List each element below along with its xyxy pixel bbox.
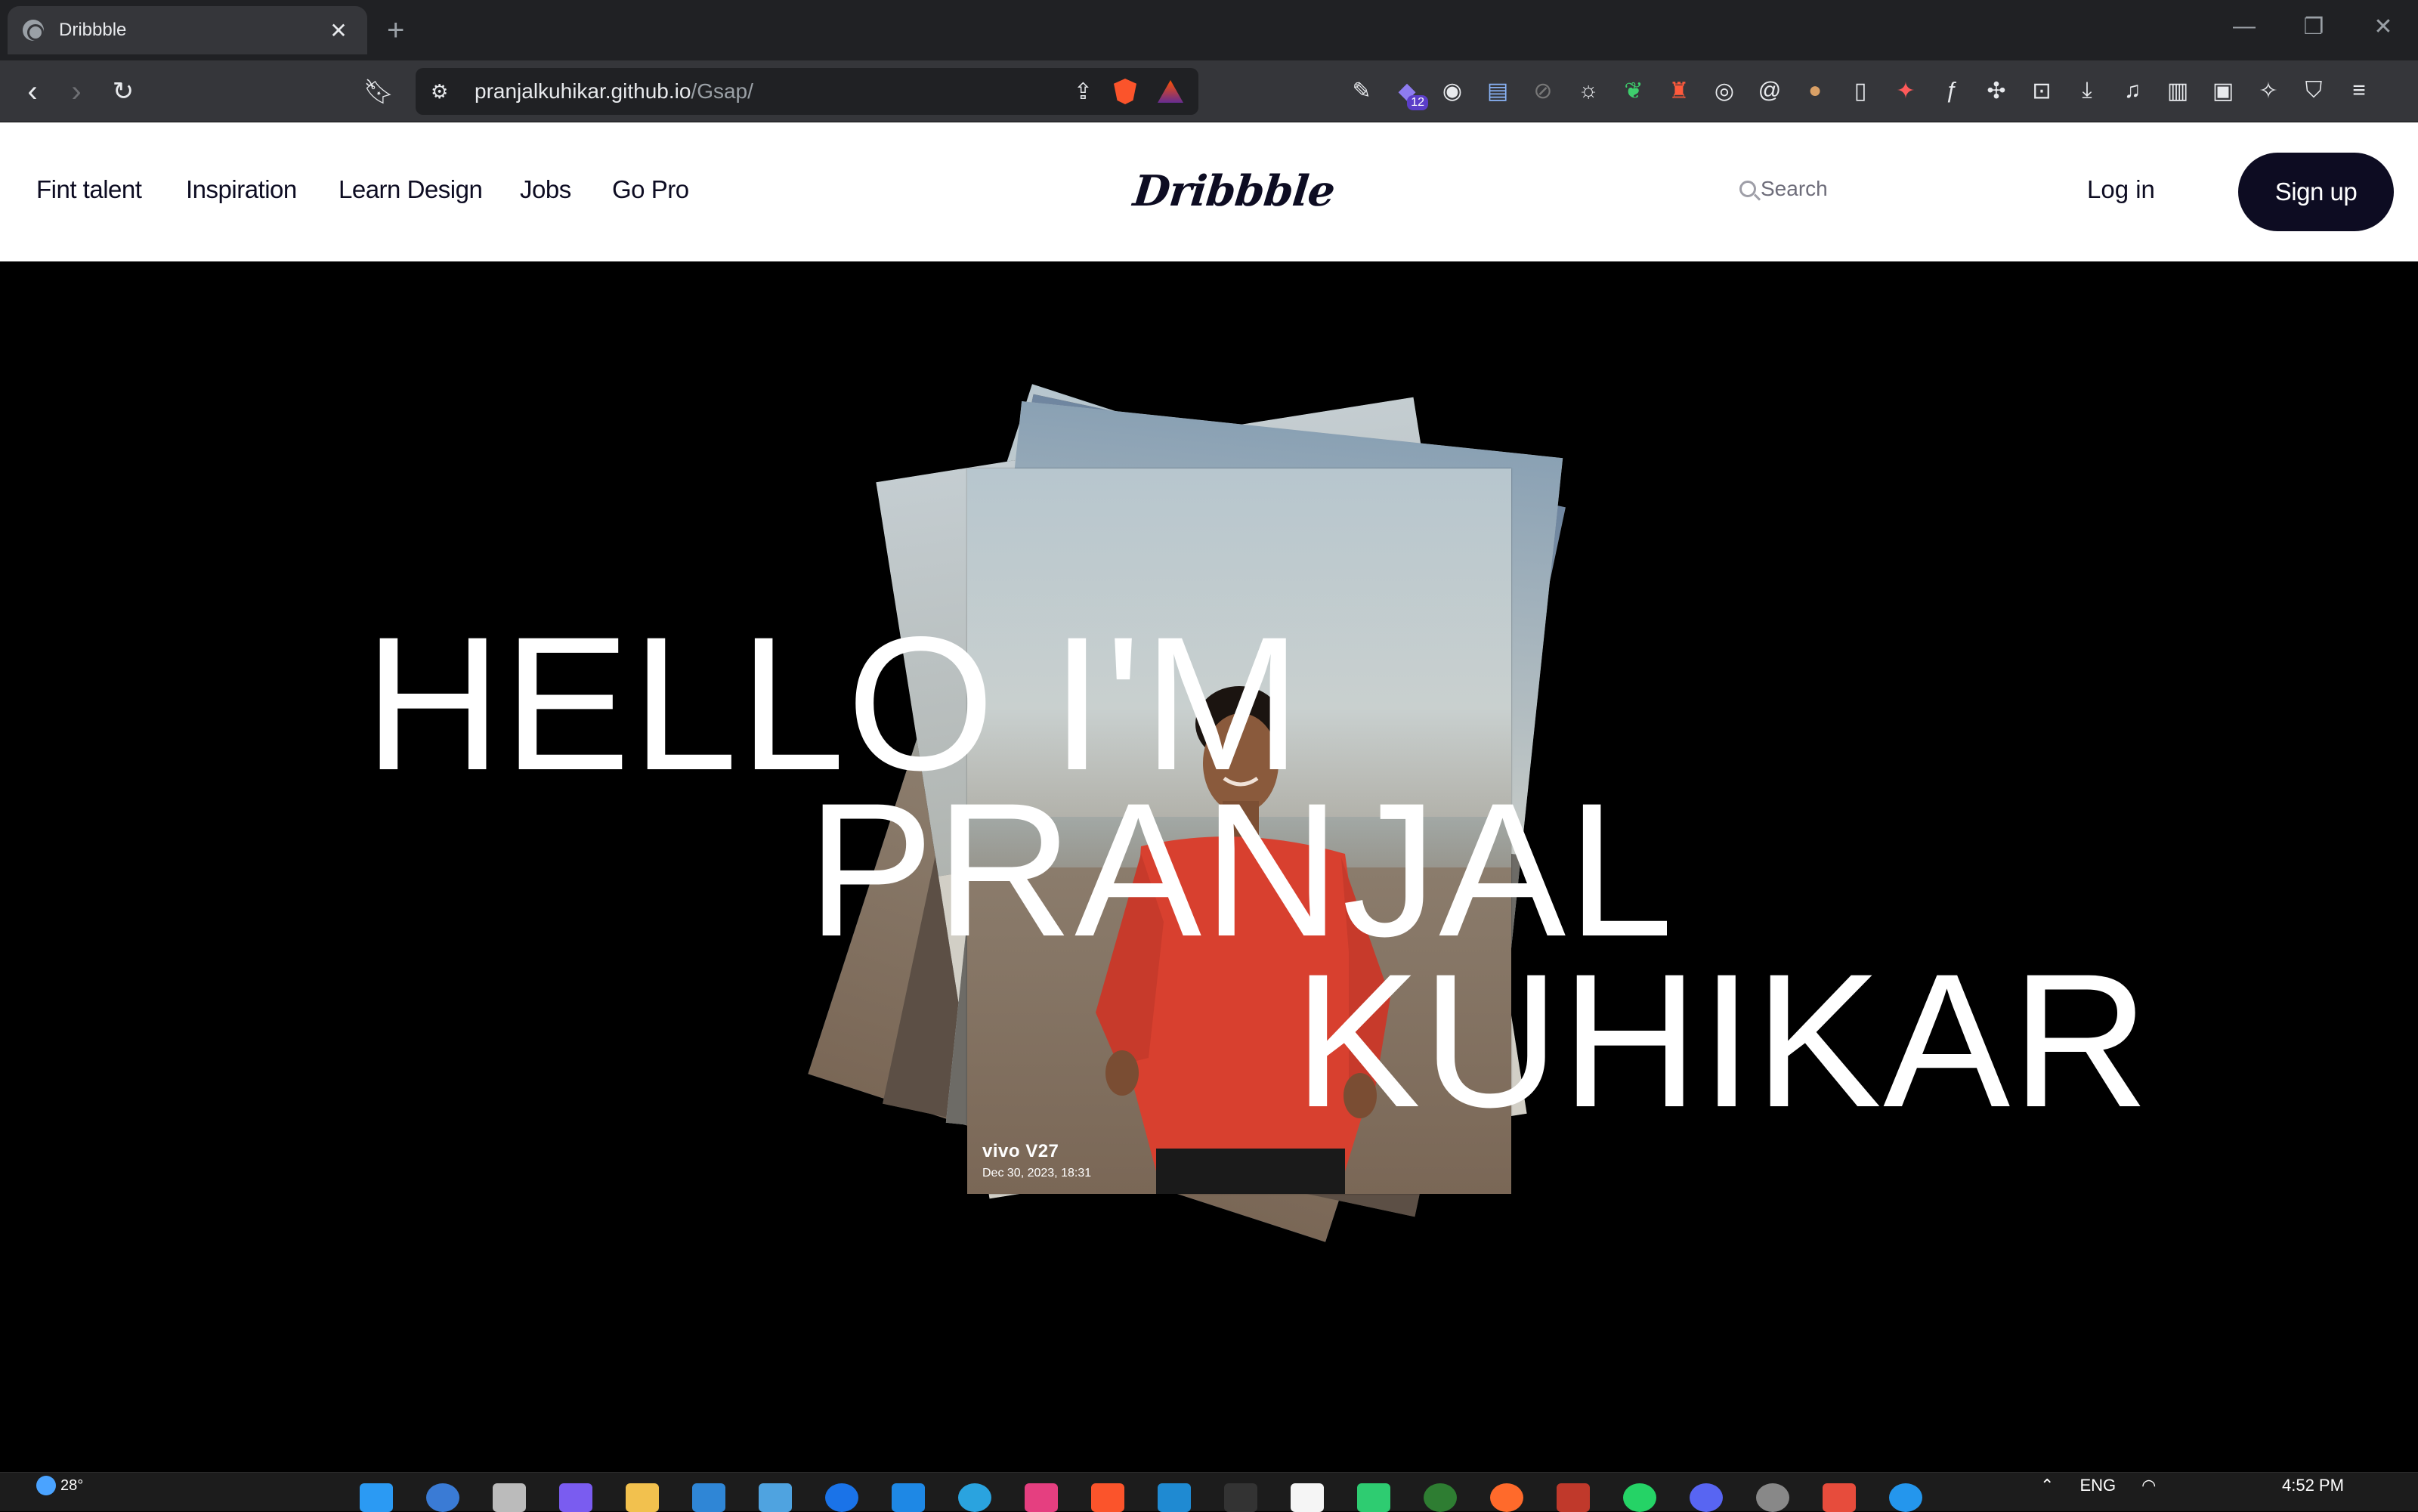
brave-icon[interactable] bbox=[1091, 1483, 1124, 1512]
forward-arrow-icon[interactable]: › bbox=[57, 73, 95, 110]
mongodb-icon[interactable] bbox=[1424, 1483, 1457, 1512]
tab-close-icon[interactable]: ✕ bbox=[325, 18, 352, 43]
clock[interactable]: 4:52 PM bbox=[2282, 1476, 2344, 1495]
app-icon[interactable] bbox=[1357, 1483, 1390, 1512]
system-tray: ⌃ ENG ◠ bbox=[2040, 1476, 2156, 1495]
sparkle-icon[interactable]: ✧ bbox=[2252, 74, 2285, 107]
site-settings-icon[interactable]: ⚙︎ bbox=[431, 80, 461, 104]
nav-jobs[interactable]: Jobs bbox=[520, 175, 571, 204]
temperature: 28° bbox=[60, 1476, 84, 1494]
inspect-icon[interactable]: ⊡ bbox=[2025, 74, 2058, 107]
extension-badge: 12 bbox=[1407, 95, 1428, 110]
weather-icon bbox=[36, 1476, 56, 1495]
hero-line-last-name: KUHIKAR bbox=[1294, 935, 2151, 1147]
photos-icon[interactable] bbox=[759, 1483, 792, 1512]
login-link[interactable]: Log in bbox=[2087, 175, 2155, 204]
browser-tab-strip: Dribbble ✕ + — ❐ ✕ bbox=[0, 0, 2418, 60]
new-tab-button[interactable]: + bbox=[387, 12, 404, 48]
brave-rewards-icon[interactable] bbox=[1158, 80, 1183, 103]
pin-icon[interactable]: ✦ bbox=[1889, 74, 1922, 107]
notion-icon[interactable] bbox=[1291, 1483, 1324, 1512]
language-indicator[interactable]: ENG bbox=[2079, 1476, 2116, 1495]
extensions-row: ✎ ◆ 12 ◉ ▤ ⊘ ☼ ❦ ♜ ◎ @ ● ▯ ✦ ƒ ✣ ⊡ ⤓ ♫ ▥ … bbox=[1345, 74, 2376, 110]
nav-learn-design[interactable]: Learn Design bbox=[339, 175, 483, 204]
puzzle-icon[interactable]: ✣ bbox=[1980, 74, 2013, 107]
vscode-icon[interactable] bbox=[1158, 1483, 1191, 1512]
search-input[interactable] bbox=[1761, 177, 2063, 201]
task-view-icon[interactable] bbox=[493, 1483, 526, 1512]
back-arrow-icon[interactable]: ‹ bbox=[14, 73, 51, 110]
search-box[interactable] bbox=[1739, 177, 2063, 201]
restore-button[interactable]: ❐ bbox=[2291, 14, 2336, 40]
brave-shields-icon[interactable] bbox=[1114, 79, 1136, 104]
minimize-button[interactable]: — bbox=[2222, 14, 2267, 39]
document-icon[interactable]: ▯ bbox=[1844, 74, 1877, 107]
discord-icon[interactable] bbox=[1690, 1483, 1723, 1512]
store-icon[interactable] bbox=[692, 1483, 725, 1512]
leaf-icon[interactable]: ❦ bbox=[1617, 74, 1650, 107]
mail-icon[interactable] bbox=[892, 1483, 925, 1512]
menu-icon[interactable]: ≡ bbox=[2342, 74, 2376, 107]
bookmark-icon[interactable]: 🔖︎ bbox=[360, 73, 397, 110]
castle-icon[interactable]: ♜ bbox=[1662, 74, 1696, 107]
taskbar-apps bbox=[360, 1483, 1922, 1512]
site-header: Fint talent Inspiration Learn Design Job… bbox=[0, 122, 2418, 261]
url-host: pranjalkuhikar.github.io bbox=[475, 79, 691, 103]
vpn-shield-icon[interactable]: ⛉ bbox=[2297, 74, 2330, 107]
eye-icon[interactable]: ◉ bbox=[1436, 74, 1469, 107]
terminal-icon[interactable] bbox=[1224, 1483, 1257, 1512]
tab-title: Dribbble bbox=[59, 20, 127, 40]
bulb-icon[interactable]: ☼ bbox=[1572, 74, 1605, 107]
extension-icon[interactable]: ◆ 12 bbox=[1390, 74, 1428, 110]
file-explorer-icon[interactable] bbox=[626, 1483, 659, 1512]
weather-widget[interactable]: 28° bbox=[36, 1476, 83, 1495]
wallet-icon[interactable]: ▣ bbox=[2206, 74, 2240, 107]
nav-inspiration[interactable]: Inspiration bbox=[186, 175, 297, 204]
share-icon[interactable]: ⇪ bbox=[1074, 79, 1093, 105]
cookie-icon[interactable]: ● bbox=[1798, 74, 1832, 107]
telegram-icon[interactable] bbox=[958, 1483, 991, 1512]
close-window-button[interactable]: ✕ bbox=[2361, 14, 2406, 40]
url-path: /Gsap/ bbox=[691, 79, 753, 103]
hero-section: vivo V27 Dec 30, 2023, 18:31 HELLO I'M P… bbox=[0, 261, 2418, 1472]
globe-icon bbox=[23, 20, 44, 41]
blocked-icon[interactable]: ⊘ bbox=[1526, 74, 1560, 107]
os-taskbar: 28° ⌃ ENG ◠ 4:52 PM bbox=[0, 1472, 2418, 1512]
address-bar[interactable]: ⚙︎ pranjalkuhikar.github.io/Gsap/ ⇪ bbox=[416, 68, 1198, 115]
download-icon[interactable]: ⤓ bbox=[2070, 74, 2104, 107]
start-icon[interactable] bbox=[360, 1483, 393, 1512]
app-icon[interactable] bbox=[1823, 1483, 1856, 1512]
nav-find-talent[interactable]: Fint talent bbox=[36, 175, 142, 204]
wifi-icon[interactable]: ◠ bbox=[2141, 1476, 2156, 1495]
app-icon[interactable] bbox=[1756, 1483, 1789, 1512]
at-icon[interactable]: @ bbox=[1753, 74, 1786, 107]
browser-toolbar: ‹ › ↻ 🔖︎ ⚙︎ pranjalkuhikar.github.io/Gsa… bbox=[0, 60, 2418, 122]
reload-icon[interactable]: ↻ bbox=[104, 73, 142, 110]
function-icon[interactable]: ƒ bbox=[1934, 74, 1968, 107]
signup-button[interactable]: Sign up bbox=[2238, 153, 2394, 231]
music-icon[interactable]: ♫ bbox=[2116, 74, 2149, 107]
browser-tab-dribbble[interactable]: Dribbble ✕ bbox=[8, 6, 367, 54]
copy-icon[interactable]: ▤ bbox=[1481, 74, 1514, 107]
search-taskbar-icon[interactable] bbox=[426, 1483, 459, 1512]
search-icon bbox=[1739, 181, 1756, 197]
photo-watermark-date: Dec 30, 2023, 18:31 bbox=[982, 1167, 1092, 1180]
docker-icon[interactable] bbox=[1889, 1483, 1922, 1512]
chevron-up-icon[interactable]: ⌃ bbox=[2040, 1476, 2054, 1495]
eyedropper-icon[interactable]: ✎ bbox=[1345, 74, 1378, 107]
sidebar-icon[interactable]: ▥ bbox=[2161, 74, 2194, 107]
chrome-icon[interactable] bbox=[825, 1483, 858, 1512]
whatsapp-icon[interactable] bbox=[1623, 1483, 1656, 1512]
photo-watermark-brand: vivo V27 bbox=[982, 1141, 1059, 1161]
nav-go-pro[interactable]: Go Pro bbox=[612, 175, 689, 204]
app-icon[interactable] bbox=[1557, 1483, 1590, 1512]
target-icon[interactable]: ◎ bbox=[1708, 74, 1741, 107]
flower-app-icon[interactable] bbox=[1025, 1483, 1058, 1512]
dribbble-logo[interactable]: Dribbble bbox=[1131, 166, 1337, 216]
postman-icon[interactable] bbox=[1490, 1483, 1523, 1512]
copilot-icon[interactable] bbox=[559, 1483, 592, 1512]
